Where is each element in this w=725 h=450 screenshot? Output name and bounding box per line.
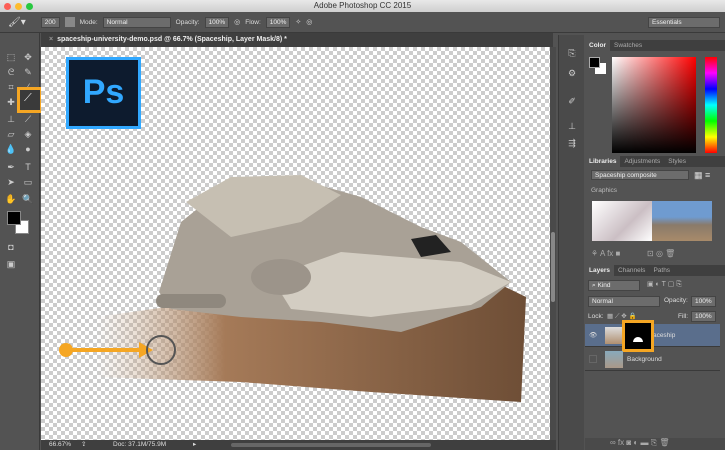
document-canvas[interactable]: Ps bbox=[41, 47, 550, 440]
maximize-window-button[interactable] bbox=[26, 3, 33, 10]
fg-color-chip[interactable] bbox=[589, 57, 600, 68]
horizontal-scrollbar[interactable] bbox=[231, 443, 431, 447]
window-title: Adobe Photoshop CC 2015 bbox=[314, 1, 411, 10]
eraser-tool-icon[interactable]: ▱ bbox=[5, 128, 17, 140]
zoom-tool-icon[interactable]: 🔍 bbox=[22, 193, 34, 205]
scroll-thumb[interactable] bbox=[551, 232, 555, 302]
brush-tool-icon: ⟋ bbox=[24, 92, 32, 105]
paint-bucket-icon[interactable]: ◈ bbox=[22, 128, 34, 140]
filter-value: Kind bbox=[597, 282, 610, 289]
filter-icons[interactable]: ▣ ◐ T ▢ ⎘ bbox=[647, 280, 682, 289]
layer-filter-select[interactable]: ⌕ Kind bbox=[588, 280, 640, 291]
fill-input[interactable]: 100% bbox=[691, 311, 716, 322]
brush-presets-icon[interactable]: ✐ bbox=[566, 95, 578, 107]
fill-label: Fill: bbox=[678, 313, 688, 320]
adjust-panel-icon[interactable]: ⇶ bbox=[566, 137, 578, 149]
lasso-tool-icon[interactable]: ᘓ bbox=[5, 66, 17, 78]
graphic-thumbnail-smoke[interactable] bbox=[592, 201, 652, 241]
workspace-select[interactable]: Essentials bbox=[648, 17, 720, 28]
quick-mask-icon[interactable]: ◘ bbox=[5, 241, 17, 253]
tab-adjustments[interactable]: Adjustments bbox=[620, 156, 664, 167]
title-bar: Adobe Photoshop CC 2015 bbox=[0, 0, 725, 12]
status-menu-arrow-icon[interactable]: ▸ bbox=[193, 440, 196, 450]
layers-panel: LayersChannelsPaths ⌕ Kind ▣ ◐ T ▢ ⎘ Nor… bbox=[585, 265, 725, 450]
healing-tool-icon[interactable]: ✚ bbox=[5, 96, 17, 108]
tab-paths[interactable]: Paths bbox=[649, 265, 674, 276]
layer-opacity-label: Opacity: bbox=[664, 297, 688, 304]
tab-close-icon[interactable]: × bbox=[49, 36, 53, 43]
tab-layers[interactable]: Layers bbox=[585, 265, 614, 276]
blend-mode-select[interactable]: Normal bbox=[588, 296, 660, 307]
opacity-label: Opacity: bbox=[176, 19, 200, 26]
clone-source-icon[interactable]: ⊥ bbox=[566, 120, 578, 132]
panel-icon-strip: ⎘ ⚙ ✐ ⊥ ⇶ bbox=[558, 35, 584, 450]
mode-label: Mode: bbox=[80, 19, 98, 26]
foreground-color-swatch[interactable] bbox=[7, 211, 21, 225]
type-tool-icon[interactable]: T bbox=[22, 161, 34, 173]
move-tool-icon[interactable]: ✥ bbox=[22, 51, 34, 63]
pressure-size-icon[interactable]: ◎ bbox=[306, 18, 312, 26]
doc-size: Doc: 37.1M/75.9M bbox=[113, 440, 166, 450]
library-select[interactable]: Spaceship composite bbox=[591, 170, 689, 180]
options-bar: 🖌▾ 200 Mode: Normal Opacity: 100% ◎ Flow… bbox=[0, 12, 725, 33]
marquee-tool-icon[interactable]: ⬚ bbox=[5, 51, 17, 63]
graphic-thumbnail-spaceship[interactable] bbox=[652, 201, 712, 241]
vertical-scrollbar[interactable] bbox=[550, 47, 556, 440]
brush-panel-icon[interactable] bbox=[65, 17, 75, 27]
layer-thumbnail bbox=[605, 351, 623, 368]
tab-color[interactable]: Color bbox=[585, 40, 610, 51]
opacity-input[interactable]: 100% bbox=[205, 17, 230, 28]
hand-tool-icon[interactable]: ✋ bbox=[5, 193, 17, 205]
color-field[interactable] bbox=[612, 57, 696, 153]
libraries-panel: LibrariesAdjustmentsStyles Spaceship com… bbox=[585, 156, 725, 262]
drag-arrow-annotation bbox=[41, 47, 550, 440]
history-panel-icon[interactable]: ⎘ bbox=[566, 47, 578, 59]
library-footer-icons[interactable]: ⚘ A fx ■ ⊡ ◎ 🗑 bbox=[591, 249, 675, 258]
screen-mode-icon[interactable]: ▣ bbox=[5, 258, 17, 270]
graphics-heading: Graphics bbox=[591, 187, 617, 194]
document-tab[interactable]: × spaceship-university-demo.psd @ 66.7% (… bbox=[41, 33, 553, 47]
grid-view-icon[interactable]: ▦ ≡ bbox=[694, 170, 710, 181]
flow-input[interactable]: 100% bbox=[266, 17, 291, 28]
layer-opacity-input[interactable]: 100% bbox=[691, 296, 716, 307]
brush-size[interactable]: 200 bbox=[41, 17, 60, 28]
color-panel: ColorSwatches bbox=[585, 40, 725, 153]
brush-tool-highlight[interactable]: ⟋ bbox=[17, 87, 43, 113]
path-select-icon[interactable]: ➤ bbox=[5, 176, 17, 188]
document-title: spaceship-university-demo.psd @ 66.7% (S… bbox=[57, 36, 287, 43]
tab-styles[interactable]: Styles bbox=[664, 156, 690, 167]
blur-tool-icon[interactable]: 💧 bbox=[5, 143, 17, 155]
close-window-button[interactable] bbox=[4, 3, 11, 10]
history-brush-icon[interactable]: ⟋ bbox=[22, 113, 34, 125]
flow-label: Flow: bbox=[245, 19, 261, 26]
stamp-tool-icon[interactable]: ⊥ bbox=[5, 113, 17, 125]
mode-select[interactable]: Normal bbox=[103, 17, 171, 28]
tools-panel: ⬚ ✥ ᘓ ✎ ⌗ ⁄ ✚ ⟋ ⊥ ⟋ ▱ ◈ 💧 ● ✒ T ➤ ▭ ✋ 🔍 … bbox=[0, 33, 40, 450]
tab-libraries[interactable]: Libraries bbox=[585, 156, 620, 167]
visibility-eye-icon[interactable]: 👁 bbox=[589, 331, 597, 339]
pen-tool-icon[interactable]: ✒ bbox=[5, 161, 17, 173]
shape-tool-icon[interactable]: ▭ bbox=[22, 176, 34, 188]
crop-tool-icon[interactable]: ⌗ bbox=[5, 81, 17, 93]
share-icon[interactable]: ⇪ bbox=[81, 440, 86, 450]
pressure-opacity-icon[interactable]: ◎ bbox=[234, 18, 240, 26]
hue-slider[interactable] bbox=[705, 57, 717, 153]
layer-name: Background bbox=[627, 356, 662, 363]
layer-row-background[interactable]: Background bbox=[585, 348, 720, 371]
visibility-toggle-off[interactable] bbox=[589, 355, 597, 363]
quick-select-tool-icon[interactable]: ✎ bbox=[22, 66, 34, 78]
layers-footer-icons[interactable]: ∞ fx ◙ ◐ ▬ ⎘ 🗑 bbox=[585, 438, 725, 450]
zoom-level[interactable]: 66.67% bbox=[49, 440, 71, 450]
tab-channels[interactable]: Channels bbox=[614, 265, 649, 276]
dodge-tool-icon[interactable]: ● bbox=[22, 143, 34, 155]
status-bar: 66.67% ⇪ Doc: 37.1M/75.9M ▸ bbox=[41, 440, 556, 450]
layer-thumbnail bbox=[605, 327, 623, 344]
airbrush-icon[interactable]: ✧ bbox=[295, 18, 301, 26]
tab-swatches[interactable]: Swatches bbox=[610, 40, 646, 51]
properties-panel-icon[interactable]: ⚙ bbox=[566, 67, 578, 79]
brush-preset-icon[interactable]: 🖌▾ bbox=[8, 17, 26, 28]
lock-label: Lock: bbox=[588, 313, 604, 320]
minimize-window-button[interactable] bbox=[15, 3, 22, 10]
